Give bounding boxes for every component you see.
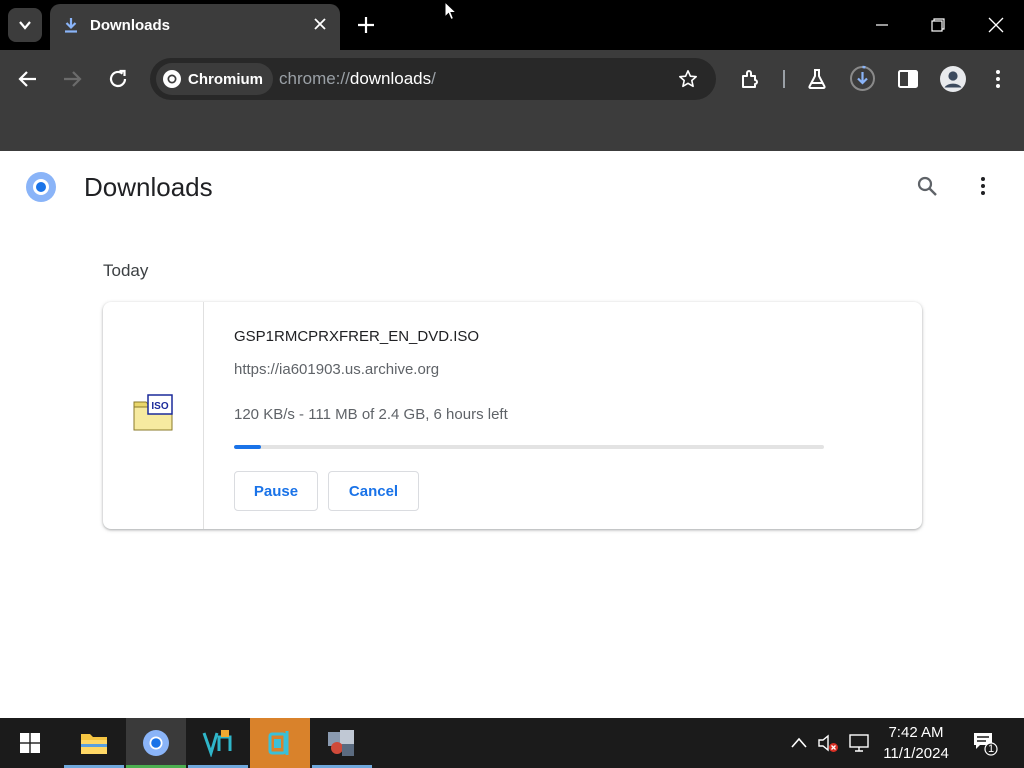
- address-bar[interactable]: Chromium chrome://downloads/: [150, 58, 716, 100]
- downloads-page: Downloads Today ISO GSP1RMCPRXFRER_EN_DV…: [0, 151, 1024, 718]
- tab-search-button[interactable]: [8, 8, 42, 42]
- site-info-chip[interactable]: Chromium: [156, 63, 273, 95]
- minimize-icon: [876, 24, 888, 26]
- taskbar-app-5[interactable]: [312, 718, 372, 768]
- notification-count-badge: 1: [987, 743, 995, 755]
- close-icon[interactable]: [312, 16, 328, 32]
- app-icon: [202, 730, 232, 757]
- url-scheme: chrome://: [279, 69, 350, 88]
- windows-taskbar: 7:42 AM 11/1/2024 1: [0, 718, 1024, 768]
- toolbar-separator: [783, 70, 785, 88]
- taskbar-app-3[interactable]: [188, 718, 248, 768]
- clock-time: 7:42 AM: [888, 724, 944, 741]
- iso-label: ISO: [151, 401, 168, 412]
- search-icon[interactable]: [916, 175, 938, 197]
- network-icon[interactable]: [848, 732, 870, 754]
- close-icon: [988, 17, 1004, 33]
- cancel-button[interactable]: Cancel: [328, 471, 419, 511]
- volume-muted-icon[interactable]: [817, 732, 839, 754]
- url-path: /: [431, 69, 436, 88]
- start-button[interactable]: [0, 718, 60, 768]
- iso-file-icon: ISO: [133, 394, 173, 431]
- tab-downloads[interactable]: Downloads: [50, 4, 340, 50]
- taskbar-app-4[interactable]: [250, 718, 310, 768]
- page-title: Downloads: [84, 172, 213, 202]
- bookmark-star-icon[interactable]: [678, 69, 698, 89]
- system-clock[interactable]: 7:42 AM 11/1/2024: [880, 722, 952, 764]
- reload-button[interactable]: [106, 67, 130, 91]
- download-progress-icon[interactable]: [849, 65, 876, 92]
- extensions-icon[interactable]: [739, 67, 763, 91]
- download-status: 120 KB/s - 111 MB of 2.4 GB, 6 hours lef…: [234, 406, 508, 423]
- date-section-label: Today: [103, 261, 149, 280]
- url-text: chrome://downloads/: [279, 69, 436, 89]
- clock-date: 11/1/2024: [883, 745, 949, 762]
- chevron-down-icon: [19, 21, 31, 30]
- taskbar-file-explorer[interactable]: [64, 718, 124, 768]
- tab-strip: Downloads: [0, 0, 1024, 50]
- mouse-cursor-icon: [444, 1, 458, 21]
- progress-fill: [234, 445, 261, 449]
- chip-label: Chromium: [188, 70, 263, 88]
- new-tab-button[interactable]: [355, 14, 377, 36]
- chevron-up-icon[interactable]: [788, 732, 810, 754]
- forward-button[interactable]: [60, 67, 84, 91]
- chromium-logo-icon: [26, 172, 56, 202]
- folder-icon: [81, 734, 107, 754]
- chromium-logo-icon: [143, 730, 169, 756]
- close-window-button[interactable]: [983, 12, 1009, 38]
- taskbar-chromium[interactable]: [126, 718, 186, 768]
- pause-button[interactable]: Pause: [234, 471, 318, 511]
- side-panel-icon[interactable]: [896, 67, 920, 91]
- minimize-button[interactable]: [869, 12, 895, 38]
- more-menu-icon[interactable]: [986, 67, 1010, 91]
- restore-button[interactable]: [925, 12, 951, 38]
- chromium-logo-icon: [163, 70, 181, 88]
- more-actions-icon[interactable]: [972, 175, 994, 197]
- file-name[interactable]: GSP1RMCPRXFRER_EN_DVD.ISO: [234, 328, 479, 345]
- restore-icon: [931, 18, 945, 32]
- app-icon: [268, 731, 289, 755]
- labs-flask-icon[interactable]: [805, 67, 829, 91]
- windows-logo-icon: [20, 733, 40, 753]
- file-icon-column: ISO: [103, 302, 204, 529]
- app-icon: [328, 730, 354, 756]
- notification-center-button[interactable]: 1: [972, 730, 998, 756]
- file-source-url[interactable]: https://ia601903.us.archive.org: [234, 361, 439, 378]
- download-icon: [65, 18, 77, 33]
- download-item-card: ISO GSP1RMCPRXFRER_EN_DVD.ISO https://ia…: [103, 302, 922, 529]
- back-button[interactable]: [16, 67, 40, 91]
- tab-title: Downloads: [90, 17, 171, 34]
- browser-toolbar: Chromium chrome://downloads/: [0, 50, 1024, 151]
- url-host: downloads: [349, 69, 432, 88]
- download-progress-bar: [234, 445, 824, 449]
- profile-avatar-icon[interactable]: [939, 65, 967, 93]
